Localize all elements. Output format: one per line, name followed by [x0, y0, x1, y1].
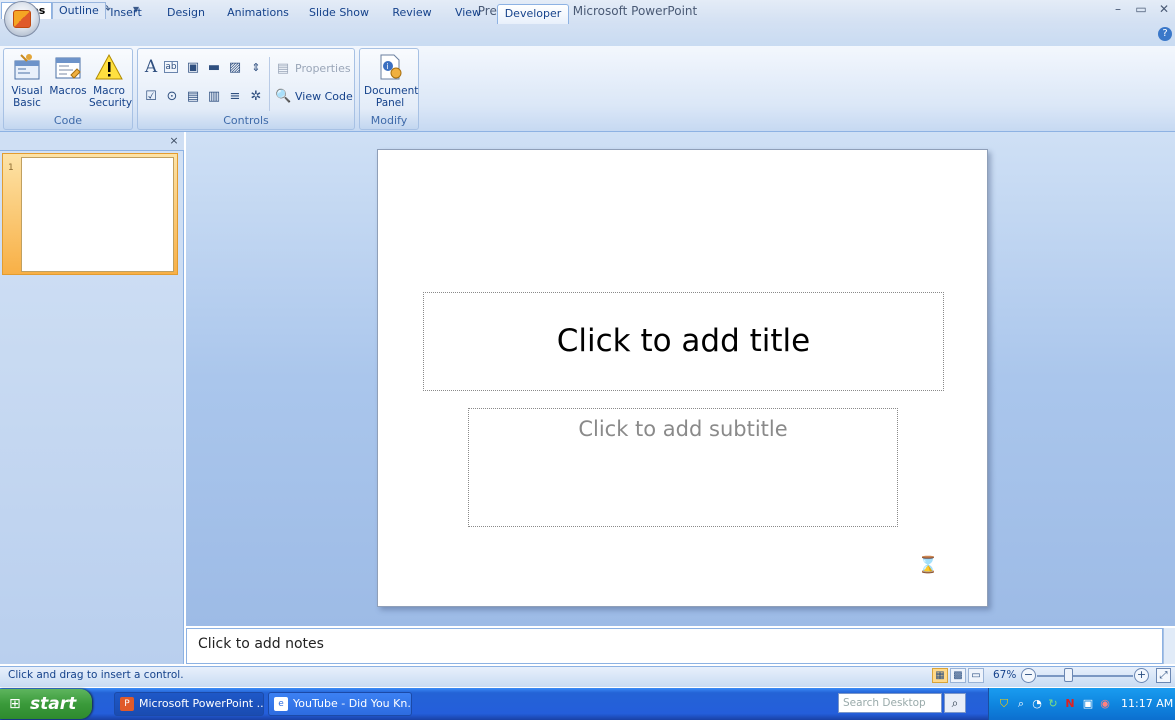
- taskbar-item-powerpoint[interactable]: P Microsoft PowerPoint ...: [114, 692, 264, 716]
- visual-basic-icon: [14, 54, 40, 80]
- slide-thumbnail[interactable]: [21, 157, 174, 272]
- antivirus-icon[interactable]: ◉: [1098, 697, 1112, 711]
- search-desktop-input[interactable]: Search Desktop: [838, 693, 942, 713]
- option-button-control-icon[interactable]: ⊙: [164, 89, 180, 105]
- display-icon[interactable]: ▣: [1081, 697, 1095, 711]
- norton-icon[interactable]: N: [1063, 697, 1077, 711]
- notes-pane[interactable]: [186, 628, 1163, 664]
- checkbox-control-icon[interactable]: ☑: [143, 89, 159, 105]
- security-shield-icon[interactable]: ⛉: [997, 697, 1011, 711]
- zoom-level[interactable]: 67%: [993, 669, 1016, 681]
- toggle-button-control-icon[interactable]: ≡: [227, 89, 243, 105]
- controls-group-label: Controls: [223, 114, 269, 127]
- browser-icon: e: [274, 697, 288, 711]
- listbox-control-icon[interactable]: ▤: [185, 89, 201, 105]
- slide-thumbnail-number: 1: [8, 163, 14, 173]
- textbox-control-icon[interactable]: ab: [164, 61, 178, 73]
- office-logo-icon: [13, 10, 31, 28]
- tab-design[interactable]: Design: [160, 4, 212, 24]
- tab-slide-show[interactable]: Slide Show: [304, 4, 374, 24]
- restore-button[interactable]: ▭: [1131, 2, 1151, 18]
- tab-outline[interactable]: Outline: [52, 2, 106, 19]
- label-control-icon[interactable]: A: [143, 59, 159, 76]
- macro-security-button[interactable]: Macro Security: [89, 53, 133, 109]
- taskbar-item-label: YouTube - Did You Kn...: [293, 697, 412, 710]
- properties-button[interactable]: Properties: [295, 62, 351, 75]
- status-text: Click and drag to insert a control.: [8, 669, 184, 681]
- normal-view-icon[interactable]: ▦: [932, 668, 948, 683]
- fit-to-window-icon[interactable]: ⤢: [1156, 668, 1171, 683]
- document-panel-button[interactable]: i Document Panel: [364, 53, 419, 109]
- tab-review[interactable]: Review: [386, 4, 438, 24]
- view-code-icon: 🔍: [275, 89, 292, 104]
- macros-button[interactable]: Macros: [48, 53, 88, 97]
- tab-developer[interactable]: Developer: [497, 4, 569, 24]
- controls-group: A ab ▣ ▬ ▨ ⇕ ☑ ⊙ ▤ ▥ ≡ ✲ ▤ Properties 🔍 …: [137, 48, 355, 130]
- zoom-out-icon[interactable]: −: [1021, 668, 1036, 683]
- powerpoint-window: Presentation1 - Microsoft PowerPoint 💾 ↶…: [0, 0, 1175, 720]
- modify-group: i Document Panel Modify: [359, 48, 419, 130]
- pane-tab-row: [0, 132, 184, 151]
- hourglass-cursor-icon: ⌛: [918, 555, 938, 574]
- slide-show-view-icon[interactable]: ▭: [968, 668, 984, 683]
- taskbar-item-label: Microsoft PowerPoint ...: [139, 697, 264, 710]
- help-icon[interactable]: ?: [1158, 27, 1172, 41]
- search-tray-icon[interactable]: ⌕: [1014, 697, 1028, 711]
- combobox-control-icon[interactable]: ▥: [206, 89, 222, 105]
- windows-flag-icon: ⊞: [9, 696, 21, 712]
- notes-scrollbar[interactable]: [1163, 628, 1175, 664]
- network-icon[interactable]: ◔: [1030, 697, 1044, 711]
- slide-sorter-view-icon[interactable]: ▩: [950, 668, 966, 683]
- tab-view[interactable]: View: [448, 4, 488, 24]
- spin-button-control-icon[interactable]: ⇕: [248, 60, 264, 76]
- macros-label: Macros: [49, 85, 87, 97]
- scrollbar-control-icon[interactable]: ▬: [206, 60, 222, 76]
- visual-basic-label: Visual Basic: [11, 85, 43, 109]
- office-button[interactable]: [4, 1, 40, 37]
- code-group-label: Code: [53, 114, 83, 127]
- taskbar-item-browser[interactable]: e YouTube - Did You Kn...: [268, 692, 412, 716]
- subtitle-placeholder[interactable]: Click to add subtitle: [468, 408, 898, 527]
- tab-animations[interactable]: Animations: [224, 4, 292, 24]
- controls-divider: [269, 57, 270, 111]
- view-code-button[interactable]: View Code: [295, 90, 353, 103]
- more-controls-icon[interactable]: ✲: [248, 89, 264, 105]
- modify-group-label: Modify: [370, 114, 408, 127]
- zoom-in-icon[interactable]: +: [1134, 668, 1149, 683]
- image-control-icon[interactable]: ▨: [227, 60, 243, 76]
- document-panel-label: Document Panel: [364, 85, 419, 109]
- notes-placeholder[interactable]: Click to add notes: [198, 636, 324, 652]
- tab-insert[interactable]: Insert: [104, 4, 148, 24]
- zoom-slider-track[interactable]: [1037, 675, 1133, 677]
- ribbon-tab-row: [0, 22, 1175, 46]
- close-button[interactable]: ✕: [1154, 2, 1174, 18]
- title-placeholder[interactable]: Click to add title: [423, 292, 944, 391]
- search-icon[interactable]: ⌕: [944, 693, 966, 713]
- properties-icon: ▤: [276, 61, 290, 76]
- zoom-slider-thumb[interactable]: [1064, 668, 1073, 682]
- macros-icon: [55, 57, 81, 79]
- code-group: Visual Basic Macros Macro Security Code: [3, 48, 133, 130]
- warning-icon: [95, 53, 123, 80]
- macro-security-label: Macro Security: [89, 85, 133, 109]
- visual-basic-button[interactable]: Visual Basic: [7, 53, 47, 109]
- document-panel-icon: i: [380, 54, 402, 80]
- update-icon[interactable]: ↻: [1046, 697, 1060, 711]
- clock: 11:17 AM: [1121, 697, 1174, 710]
- command-button-control-icon[interactable]: ▣: [185, 60, 201, 76]
- pane-close-icon[interactable]: ×: [168, 134, 180, 148]
- svg-text:i: i: [387, 62, 389, 71]
- minimize-button[interactable]: –: [1108, 2, 1128, 18]
- powerpoint-icon: P: [120, 697, 134, 711]
